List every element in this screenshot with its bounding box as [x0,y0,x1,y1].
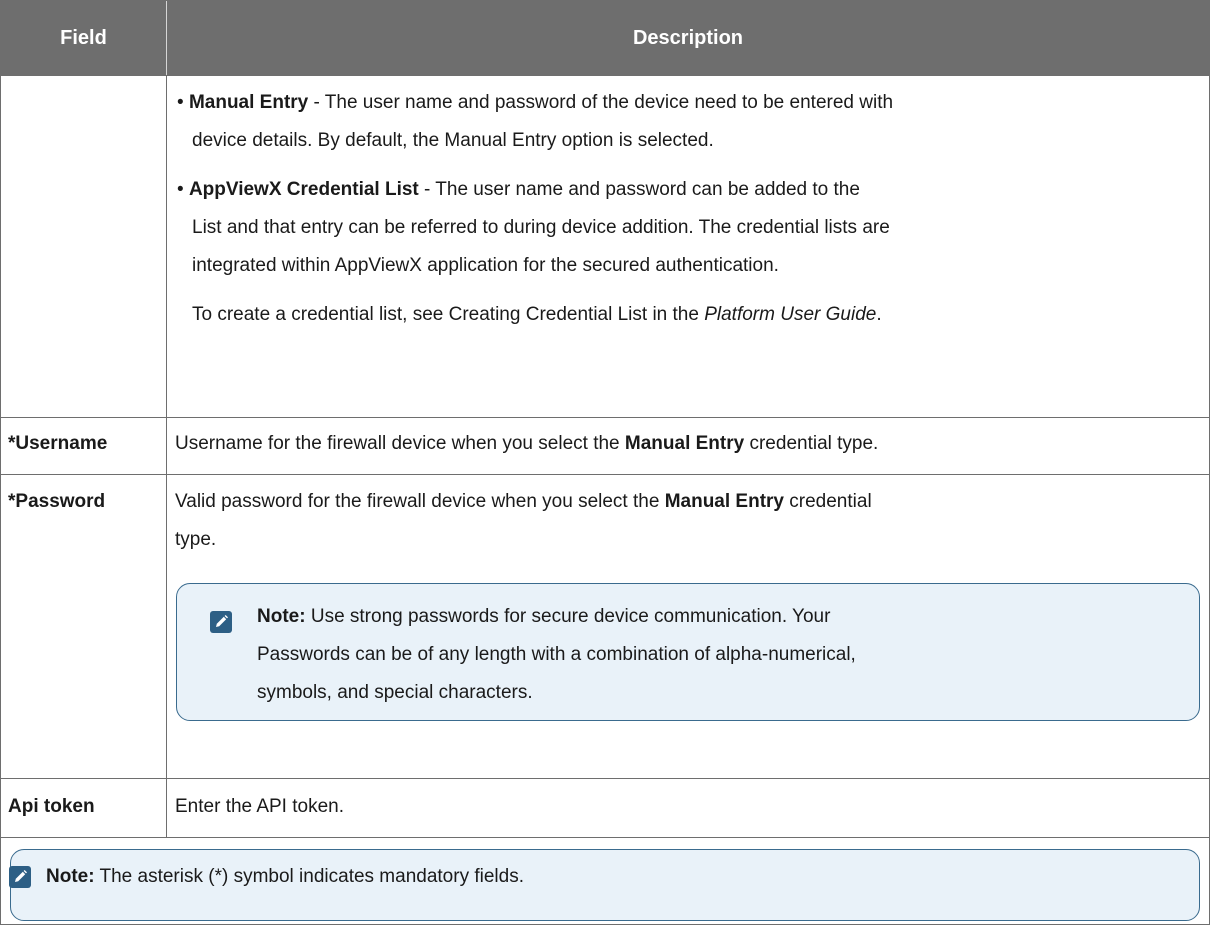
description-password: Valid password for the firewall device w… [167,475,1209,778]
table-row-credential-type: • Manual Entry - The user name and passw… [1,75,1209,417]
field-username: *Username [1,418,167,474]
header-field: Field [1,1,167,75]
credential-list-title: AppViewX Credential List [188,179,419,200]
bullet-credential-list: • AppViewX Credential List - The user na… [177,179,860,200]
create-credential-text: To create a credential list, see Creatin… [192,304,882,325]
field-api-token: Api token [1,779,167,837]
footer-note: Note: The asterisk (*) symbol indicates … [9,849,1200,921]
note-label: Note: [257,606,306,627]
credential-list-line2: List and that entry can be referred to d… [192,217,890,238]
password-note: Note: Use strong passwords for secure de… [176,583,1200,721]
field-cell-empty [1,76,167,417]
bullet-manual-entry-cont: device details. By default, the Manual E… [192,130,714,151]
table-row-password: *Password Valid password for the firewal… [1,474,1209,778]
footer-note-label: Note: [46,866,95,887]
field-password: *Password [1,475,167,778]
password-note-text: Note: Use strong passwords for secure de… [257,606,856,703]
pencil-note-icon [210,611,232,633]
table-row-username: *Username Username for the firewall devi… [1,417,1209,474]
credential-list-line3: integrated within AppViewX application f… [192,255,779,276]
pencil-note-icon [9,866,31,888]
bullet-manual-entry: • Manual Entry - The user name and passw… [177,92,894,113]
table-row-api-token: Api token Enter the API token. [1,778,1209,837]
field-description-table: Field Description • Manual Entry - The u… [0,0,1210,925]
description-username: Username for the firewall device when yo… [175,433,879,454]
description-cell: • Manual Entry - The user name and passw… [167,76,1209,417]
description-api-token: Enter the API token. [175,796,344,817]
header-description: Description [632,26,744,49]
footer-note-text: Note: The asterisk (*) symbol indicates … [46,866,524,887]
manual-entry-title: Manual Entry [188,92,309,113]
table-header: Field Description [1,1,1209,75]
platform-user-guide-ref: Platform User Guide [704,304,877,325]
table-row-footer-note: Note: The asterisk (*) symbol indicates … [1,837,1209,925]
